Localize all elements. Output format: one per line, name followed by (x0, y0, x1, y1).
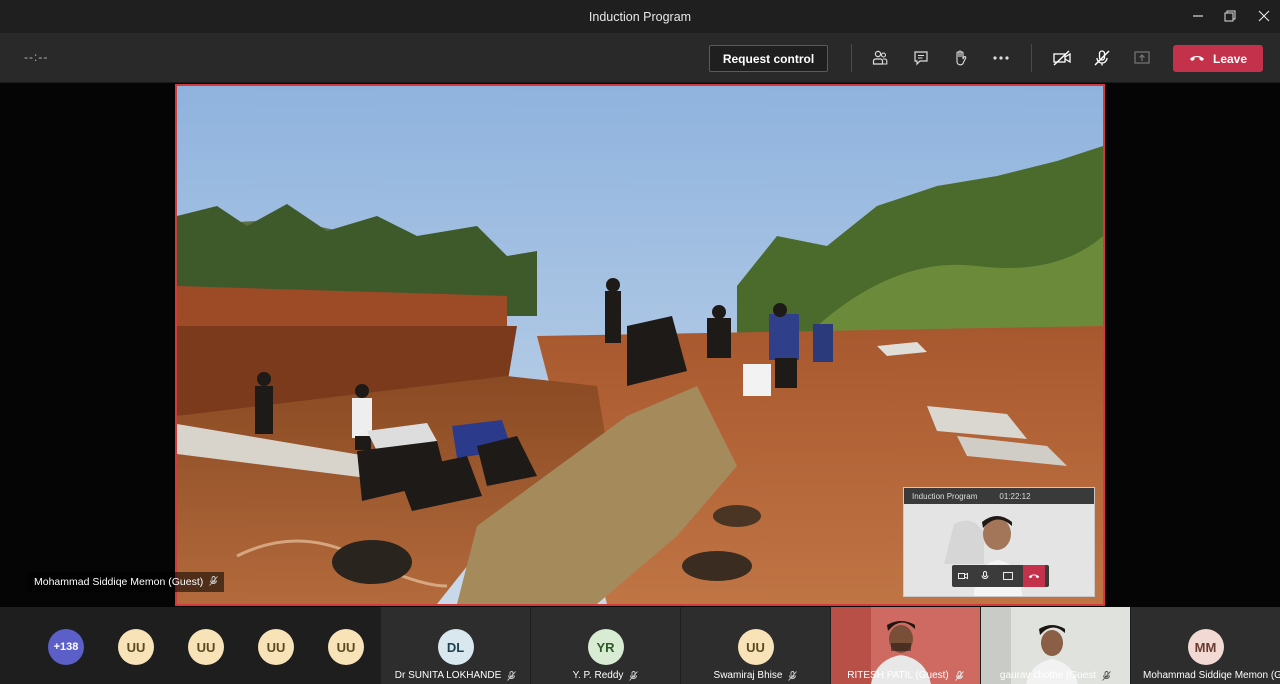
participant-tile[interactable]: DL Dr SUNITA LOKHANDE (381, 607, 530, 684)
mic-off-icon[interactable] (1090, 46, 1114, 70)
mic-off-icon (954, 670, 964, 681)
participant-initials: UU (737, 629, 774, 665)
participant-name-row: Swamiraj Bhise (681, 670, 830, 681)
participant-name-row: RITESH PATIL (Guest) (831, 670, 980, 681)
participant-gallery: +138 UU UU UU UU DL Dr SUNITA LOKHANDE Y… (0, 607, 1280, 684)
mini-window-title: Induction Program (912, 491, 978, 501)
window-title: Induction Program (588, 10, 692, 24)
participant-avatar[interactable]: UU (258, 629, 294, 665)
participant-name: Swamiraj Bhise (713, 670, 783, 681)
active-speaker-label: Mohammad Siddiqe Memon (Guest) (28, 572, 225, 592)
participants-icon[interactable] (868, 46, 892, 70)
mini-camera-icon[interactable] (956, 569, 970, 583)
mic-off-icon (788, 670, 798, 681)
speaker-name-text: Mohammad Siddiqe Memon (Guest) (34, 576, 204, 588)
request-control-button[interactable]: Request control (709, 45, 828, 72)
participant-avatar[interactable]: UU (328, 629, 364, 665)
mini-mic-icon[interactable] (978, 569, 992, 583)
participant-name-row: Dr SUNITA LOKHANDE (381, 670, 530, 681)
raise-hand-icon[interactable] (948, 46, 972, 70)
main-stage: Mohammad Siddiqe Memon (Guest) Induction… (0, 83, 1280, 607)
participant-name: Y. P. Reddy (572, 670, 624, 681)
mini-window-time: 01:22:12 (999, 491, 1031, 501)
hang-up-icon (1189, 52, 1205, 66)
participant-initials: DL (437, 629, 474, 665)
leave-label: Leave (1212, 51, 1248, 66)
participant-video-tile[interactable]: gaurav chothe (Guest (981, 607, 1130, 684)
participant-initials: YR (587, 629, 624, 665)
close-icon[interactable] (1250, 4, 1278, 28)
title-bar: Induction Program (0, 0, 1280, 33)
share-screen-icon[interactable] (1130, 46, 1154, 70)
self-video-preview[interactable]: Induction Program 01:22:12 (903, 487, 1095, 597)
mini-hang-up-icon[interactable] (1022, 565, 1045, 587)
mini-window-header: Induction Program 01:22:12 (904, 488, 1094, 504)
mini-share-icon[interactable] (1001, 569, 1015, 583)
meeting-timer: --:-- (24, 50, 49, 64)
toolbar-divider (1031, 44, 1032, 72)
mic-off-icon (209, 575, 219, 589)
toolbar-divider (851, 44, 852, 72)
participant-video-tile[interactable]: RITESH PATIL (Guest) (831, 607, 980, 684)
mic-off-icon (629, 670, 639, 681)
more-participants-badge[interactable]: +138 (48, 629, 84, 665)
leave-button[interactable]: Leave (1173, 45, 1263, 72)
participant-name: Dr SUNITA LOKHANDE (394, 670, 502, 681)
more-options-icon[interactable] (989, 46, 1013, 70)
meeting-toolbar: --:-- Request control Leave (0, 33, 1280, 83)
restore-icon[interactable] (1216, 4, 1244, 28)
participant-initials: MM (1187, 629, 1224, 665)
camera-off-icon[interactable] (1050, 46, 1074, 70)
mini-window-controls (952, 565, 1049, 587)
participant-name: gaurav chothe (Guest (999, 670, 1097, 681)
participant-tile[interactable]: YR Y. P. Reddy (531, 607, 680, 684)
mic-off-icon (507, 670, 517, 681)
participant-avatar[interactable]: UU (188, 629, 224, 665)
participant-name-row: Mohammad Siddiqe Memon (G (1131, 670, 1280, 681)
participant-name: Mohammad Siddiqe Memon (G (1143, 670, 1280, 681)
minimize-icon[interactable] (1184, 4, 1212, 28)
participant-avatar[interactable]: UU (118, 629, 154, 665)
participant-name-row: gaurav chothe (Guest (981, 670, 1130, 681)
participant-name-row: Y. P. Reddy (531, 670, 680, 681)
chat-icon[interactable] (909, 46, 933, 70)
mic-off-icon (1102, 670, 1111, 681)
participant-name: RITESH PATIL (Guest) (847, 670, 949, 681)
participant-tile[interactable]: UU Swamiraj Bhise (681, 607, 830, 684)
participant-tile[interactable]: MM Mohammad Siddiqe Memon (G (1131, 607, 1280, 684)
